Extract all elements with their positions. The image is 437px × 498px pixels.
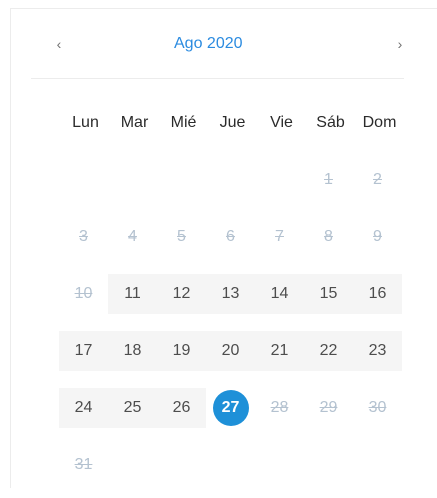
day-cell: 3 bbox=[79, 228, 88, 245]
selected-day-cell[interactable]: 27 bbox=[206, 388, 255, 428]
day-cell: 30 bbox=[368, 399, 387, 416]
day-cell: 5 bbox=[177, 228, 186, 245]
day-cell: 9 bbox=[373, 228, 382, 245]
day-cell: 7 bbox=[275, 228, 284, 245]
week-row: 31 bbox=[59, 441, 403, 498]
weekday-label: Dom bbox=[362, 114, 397, 131]
week-row: 24 25 26 27 28 29 30 bbox=[59, 384, 403, 441]
day-cell[interactable]: 22 bbox=[304, 331, 353, 371]
day-cell: 29 bbox=[319, 399, 338, 416]
week-row: 10 11 12 13 14 15 16 bbox=[59, 270, 403, 327]
weekday-label: Mar bbox=[120, 114, 149, 131]
week-row: 3 4 5 6 7 8 9 bbox=[59, 213, 403, 270]
day-cell[interactable]: 18 bbox=[108, 331, 157, 371]
month-title[interactable]: Ago 2020 bbox=[174, 35, 243, 53]
weekday-label: Lun bbox=[72, 114, 99, 131]
day-cell: 6 bbox=[226, 228, 235, 245]
previous-month-button[interactable]: ‹ bbox=[51, 36, 67, 52]
day-cell: 2 bbox=[373, 171, 382, 188]
day-cell[interactable]: 12 bbox=[157, 274, 206, 314]
weekday-label: Vie bbox=[270, 114, 293, 131]
day-cell: 4 bbox=[128, 228, 137, 245]
day-grid: 1 2 3 4 5 6 7 8 9 10 11 12 13 14 15 16 17 18 19 20 21 22 23 24 2… bbox=[59, 156, 403, 498]
day-cell: 1 bbox=[324, 171, 333, 188]
day-cell[interactable]: 17 bbox=[59, 331, 108, 371]
day-cell: 28 bbox=[270, 399, 289, 416]
weekday-label: Mié bbox=[170, 114, 197, 131]
day-cell[interactable]: 15 bbox=[304, 274, 353, 314]
day-cell: 10 bbox=[74, 285, 93, 302]
weekday-label: Sáb bbox=[316, 114, 345, 131]
day-cell[interactable]: 11 bbox=[108, 274, 157, 314]
weekday-label: Jue bbox=[219, 114, 246, 131]
day-cell[interactable]: 20 bbox=[206, 331, 255, 371]
day-cell[interactable]: 14 bbox=[255, 274, 304, 314]
day-cell[interactable]: 16 bbox=[353, 274, 402, 314]
day-cell[interactable]: 21 bbox=[255, 331, 304, 371]
header-divider bbox=[31, 78, 404, 79]
weekday-header: Lun Mar Mié Jue Vie Sáb Dom bbox=[61, 114, 405, 132]
day-cell: 31 bbox=[74, 456, 93, 473]
week-row: 12 bbox=[59, 156, 403, 213]
day-cell[interactable]: 24 bbox=[59, 388, 108, 428]
day-cell[interactable]: 23 bbox=[353, 331, 402, 371]
day-cell[interactable]: 13 bbox=[206, 274, 255, 314]
day-cell[interactable]: 25 bbox=[108, 388, 157, 428]
week-row: 17 18 19 20 21 22 23 bbox=[59, 327, 403, 384]
day-cell[interactable]: 19 bbox=[157, 331, 206, 371]
day-cell: 8 bbox=[324, 228, 333, 245]
day-cell[interactable]: 26 bbox=[157, 388, 206, 428]
next-month-button[interactable]: › bbox=[392, 36, 408, 52]
